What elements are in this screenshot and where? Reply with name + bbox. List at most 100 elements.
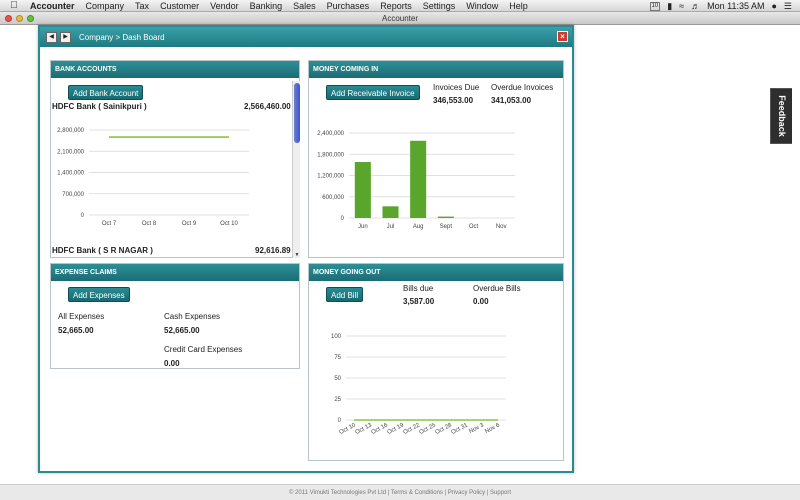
clock[interactable]: Mon 11:35 AM — [707, 1, 764, 11]
window-close-button[interactable] — [5, 15, 12, 22]
x-tick-label: Oct 28 — [435, 422, 454, 436]
add-bank-account-button[interactable]: Add Bank Account — [68, 85, 144, 100]
overdue-bills-label: Overdue Bills — [473, 284, 521, 293]
all-expenses-label: All Expenses — [58, 312, 105, 321]
menu-bar:  Accounter Company Tax Customer Vendor … — [0, 0, 800, 12]
bank-accounts-panel: BANK ACCOUNTS Add Bank Account HDFC Bank… — [50, 60, 300, 258]
battery-icon[interactable]: ▮ — [667, 1, 672, 12]
x-tick-label: Oct 13 — [355, 422, 374, 436]
x-tick-label: Nov — [496, 224, 507, 230]
money-going-out-panel: MONEY GOING OUT Add Bill Bills due 3,587… — [308, 263, 564, 461]
menu-help[interactable]: Help — [509, 1, 528, 11]
all-expenses-value: 52,665.00 — [58, 326, 94, 335]
scrollbar-thumb[interactable] — [294, 83, 300, 143]
chart-bar — [410, 140, 427, 218]
menu-app-name[interactable]: Accounter — [30, 1, 75, 11]
expense-claims-title: EXPENSE CLAIMS — [51, 264, 299, 281]
bank-accounts-scrollbar[interactable]: ▼ — [292, 81, 300, 258]
bank-account-name[interactable]: HDFC Bank ( S R NAGAR ) — [52, 246, 153, 255]
add-expenses-button[interactable]: Add Expenses — [68, 287, 130, 302]
window-title-bar: Accounter — [0, 12, 800, 25]
bank-account-name[interactable]: HDFC Bank ( Sainikpuri ) — [52, 102, 147, 111]
cash-expenses-label: Cash Expenses — [164, 312, 221, 321]
chart-bar — [382, 206, 399, 218]
menu-reports[interactable]: Reports — [380, 1, 412, 11]
menu-tax[interactable]: Tax — [135, 1, 149, 11]
breadcrumb: Company > Dash Board — [79, 32, 165, 42]
cash-expenses-value: 52,665.00 — [164, 326, 200, 335]
x-tick-label: Oct 25 — [419, 422, 438, 436]
x-tick-label: Sept — [440, 224, 453, 230]
invoices-due-label: Invoices Due — [433, 83, 480, 92]
menu-banking[interactable]: Banking — [250, 1, 283, 11]
menu-window[interactable]: Window — [466, 1, 498, 11]
x-tick-label: Jul — [387, 224, 395, 230]
bank-account-balance: 92,616.89 — [255, 246, 291, 255]
chart-bar — [354, 162, 371, 218]
x-tick-label: Nov 6 — [484, 422, 501, 435]
y-tick-label: 25 — [334, 397, 341, 403]
bills-due-label: Bills due — [403, 284, 434, 293]
x-tick-label: Oct — [469, 224, 479, 230]
back-arrow-icon[interactable]: ◀ — [46, 31, 57, 43]
menu-purchases[interactable]: Purchases — [327, 1, 370, 11]
menu-company[interactable]: Company — [86, 1, 125, 11]
overdue-invoices-value: 341,053.00 — [491, 96, 532, 105]
y-tick-label: 75 — [334, 355, 341, 361]
y-tick-label: 0 — [341, 216, 345, 222]
chart-bar — [437, 216, 454, 218]
list-icon[interactable]: ☰ — [784, 1, 792, 12]
wifi-icon[interactable]: ≈ — [679, 1, 684, 11]
x-tick-label: Oct 19 — [387, 422, 406, 436]
volume-icon[interactable]: ♬ — [691, 1, 700, 11]
x-tick-label: Oct 10 — [339, 422, 358, 436]
status-tray: 10 ▮ ≈ ♬ Mon 11:35 AM ● ☰ — [649, 0, 792, 12]
y-tick-label: 2,400,000 — [317, 131, 344, 137]
menu-vendor[interactable]: Vendor — [210, 1, 239, 11]
x-tick-label: Nov 3 — [468, 422, 485, 435]
y-tick-label: 600,000 — [322, 195, 344, 201]
add-bill-button[interactable]: Add Bill — [326, 287, 364, 302]
x-tick-label: Oct 8 — [142, 221, 157, 227]
menu-customer[interactable]: Customer — [160, 1, 199, 11]
calendar-icon[interactable]: 10 — [649, 1, 661, 11]
add-receivable-invoice-button[interactable]: Add Receivable Invoice — [326, 85, 420, 100]
window-zoom-button[interactable] — [27, 15, 34, 22]
apple-icon[interactable]:  — [8, 0, 20, 11]
footer: © 2011 Vimukti Technologies Pvt Ltd | Te… — [0, 484, 800, 500]
y-tick-label: 1,800,000 — [317, 152, 344, 158]
y-tick-label: 50 — [334, 376, 341, 382]
money-going-out-chart: 100 75 50 25 0Oct 10Oct 13Oct 16Oct 19Oct 22… — [331, 334, 506, 436]
x-tick-label: Jun — [358, 224, 368, 230]
footer-text: © 2011 Vimukti Technologies Pvt Ltd | Te… — [288, 490, 512, 496]
y-tick-label: 2,800,000 — [57, 128, 84, 134]
x-tick-label: Oct 31 — [451, 422, 470, 436]
x-tick-label: Oct 22 — [403, 422, 422, 436]
user-icon[interactable]: ● — [771, 1, 776, 11]
x-tick-label: Oct 9 — [182, 221, 197, 227]
close-dashboard-button[interactable]: × — [557, 31, 568, 42]
menu-sales[interactable]: Sales — [293, 1, 316, 11]
y-tick-label: 100 — [331, 334, 342, 340]
x-tick-label: Oct 16 — [371, 422, 390, 436]
y-tick-label: 0 — [338, 418, 342, 424]
y-tick-label: 0 — [81, 213, 85, 219]
window-minimize-button[interactable] — [16, 15, 23, 22]
money-coming-in-panel: MONEY COMING IN Add Receivable Invoice I… — [308, 60, 564, 258]
bank-account-balance: 2,566,460.00 — [244, 102, 291, 111]
money-coming-in-title: MONEY COMING IN — [309, 61, 563, 78]
invoices-due-value: 346,553.00 — [433, 96, 474, 105]
window-title: Accounter — [381, 14, 419, 23]
feedback-label[interactable]: Feedback — [777, 95, 787, 137]
menu-settings[interactable]: Settings — [423, 1, 456, 11]
y-tick-label: 2,100,000 — [57, 149, 84, 155]
x-tick-label: Oct 10 — [220, 221, 238, 227]
x-tick-label: Oct 7 — [102, 221, 117, 227]
feedback-tab[interactable]: Feedback — [770, 88, 792, 144]
dashboard-window: ◀ ▶ Company > Dash Board × BANK ACCOUNTS… — [38, 25, 574, 473]
bank-balance-chart: 2,800,000 2,100,000 1,400,000 700,000 0 Oct 7… — [57, 128, 249, 227]
credit-card-expenses-label: Credit Card Expenses — [164, 345, 243, 354]
scroll-down-arrow-icon[interactable]: ▼ — [294, 252, 300, 258]
y-tick-label: 1,400,000 — [57, 171, 84, 177]
forward-arrow-icon[interactable]: ▶ — [60, 31, 71, 43]
